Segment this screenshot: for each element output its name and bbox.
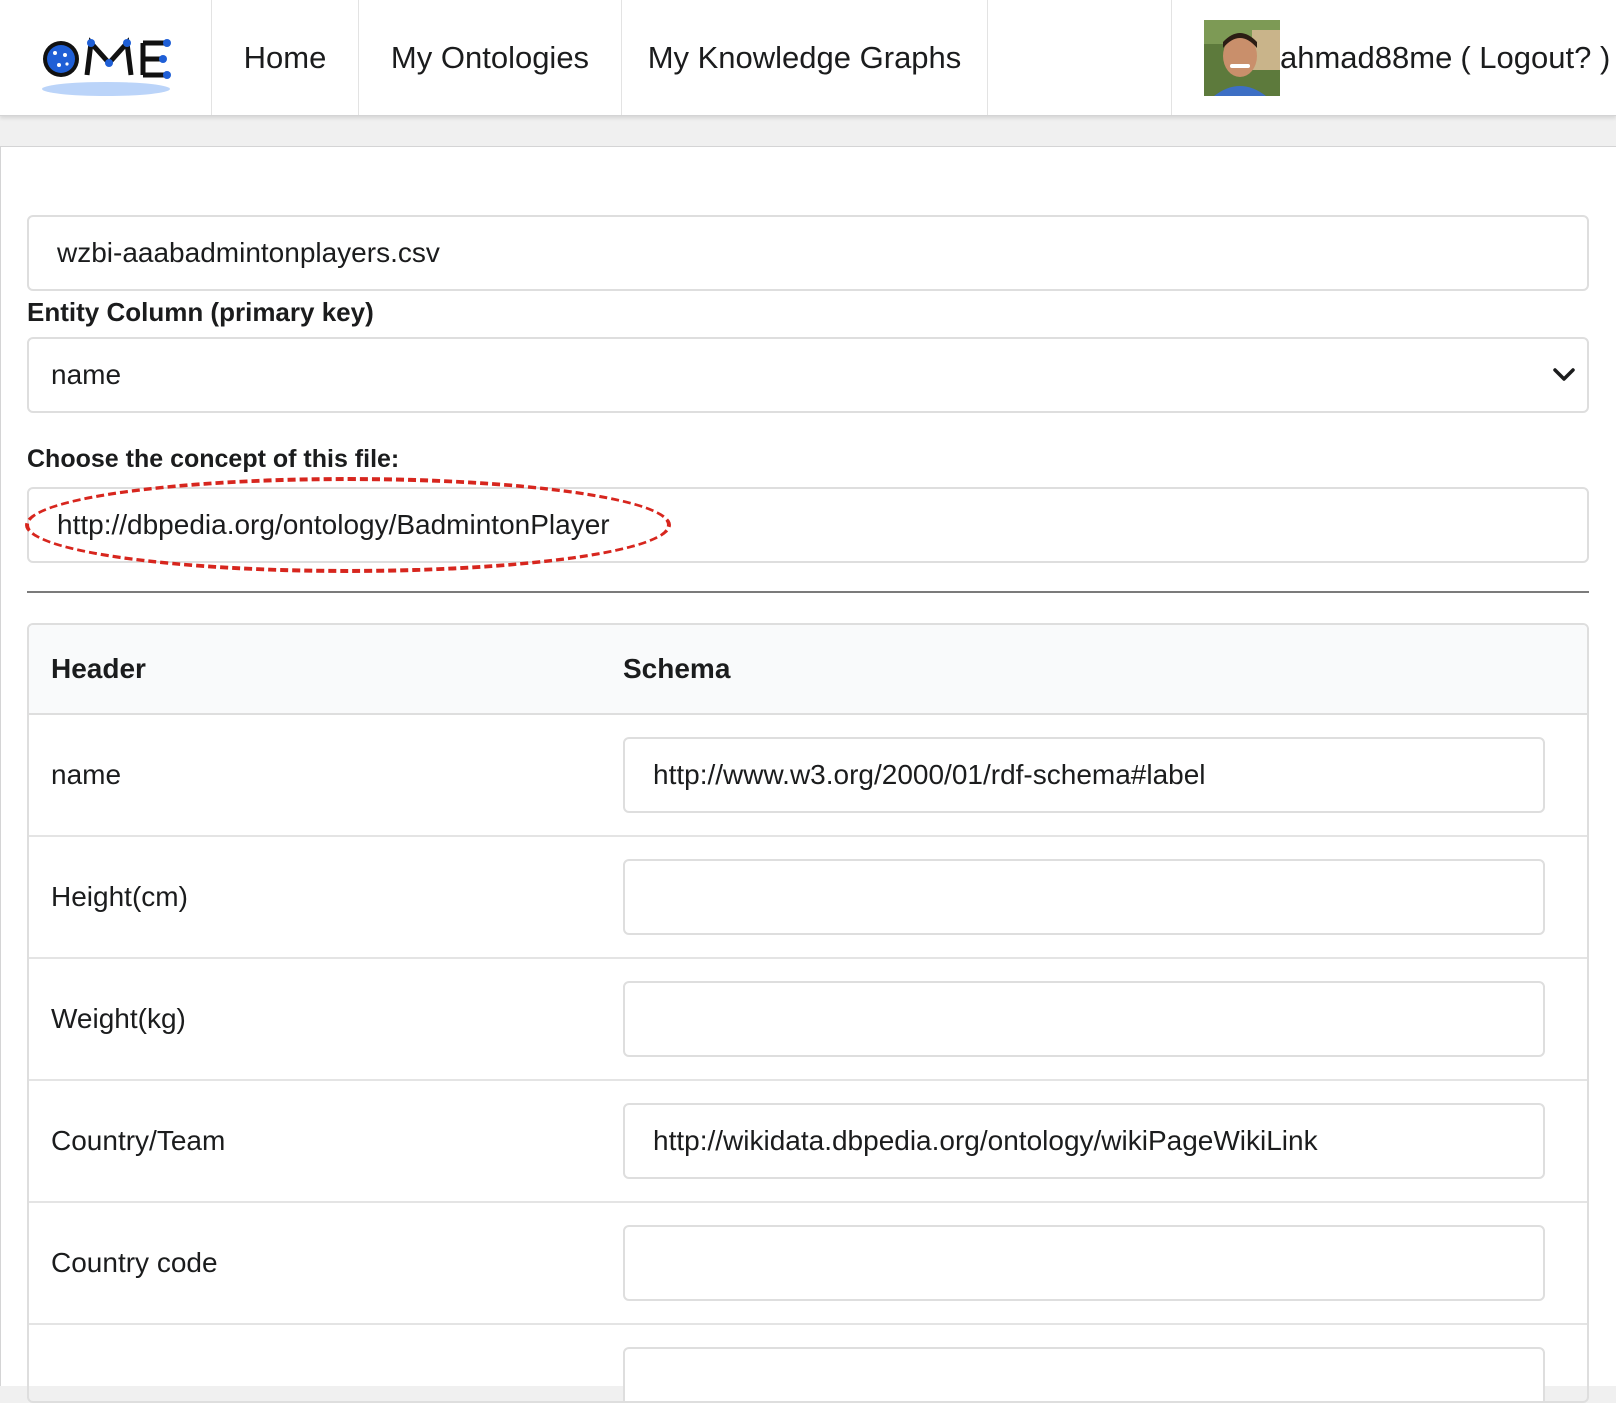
concept-input[interactable]: http://dbpedia.org/ontology/BadmintonPla… xyxy=(27,487,1589,563)
row-header-cell: Country code xyxy=(51,1247,218,1278)
row-header-cell: Country/Team xyxy=(51,1125,226,1156)
row-header-cell: name xyxy=(51,759,122,790)
schema-input[interactable] xyxy=(623,859,1545,935)
table-row: name http://www.w3.org/2000/01/rdf-schem… xyxy=(29,715,1587,837)
schema-value: http://www.w3.org/2000/01/rdf-schema#lab… xyxy=(653,759,1206,790)
schema-input[interactable] xyxy=(623,1347,1545,1401)
section-divider xyxy=(27,591,1589,593)
table-row: Height(cm) xyxy=(29,837,1587,959)
top-navbar: Home My Ontologies My Knowledge Graphs a… xyxy=(0,0,1616,116)
user-menu: ahmad88me ( Logout? ) xyxy=(1172,0,1616,115)
nav-home[interactable]: Home xyxy=(212,0,359,115)
table-header-row: Header Schema xyxy=(29,625,1587,715)
concept-value: http://dbpedia.org/ontology/BadmintonPla… xyxy=(57,509,610,540)
username: ahmad88me xyxy=(1280,39,1453,75)
concept-label: Choose the concept of this file: xyxy=(27,445,400,473)
nav-spacer xyxy=(988,0,1172,115)
nav-my-knowledge-graphs[interactable]: My Knowledge Graphs xyxy=(622,0,988,115)
table-row: Country code xyxy=(29,1203,1587,1325)
table-row: Country/Team http://wikidata.dbpedia.org… xyxy=(29,1081,1587,1203)
entity-column-select[interactable]: name xyxy=(27,337,1589,413)
schema-input[interactable] xyxy=(623,981,1545,1057)
column-header-schema: Schema xyxy=(623,653,731,684)
schema-mapping-table: Header Schema name http://www.w3.org/200… xyxy=(27,623,1589,1403)
entity-column-selected: name xyxy=(51,359,122,390)
entity-column-label: Entity Column (primary key) xyxy=(27,297,374,327)
row-header-cell: Weight(kg) xyxy=(51,1003,186,1034)
logout-link[interactable]: ( Logout? ) xyxy=(1460,40,1610,76)
schema-input[interactable]: http://wikidata.dbpedia.org/ontology/wik… xyxy=(623,1103,1545,1179)
schema-input[interactable]: http://www.w3.org/2000/01/rdf-schema#lab… xyxy=(623,737,1545,813)
nav-my-ontologies[interactable]: My Ontologies xyxy=(359,0,622,115)
logo-icon xyxy=(41,36,171,96)
ome-logo[interactable] xyxy=(0,0,212,115)
schema-input[interactable] xyxy=(623,1225,1545,1301)
table-row: Weight(kg) xyxy=(29,959,1587,1081)
table-row xyxy=(29,1325,1587,1401)
file-name-value: wzbi-aaabadmintonplayers.csv xyxy=(57,237,440,268)
chevron-down-icon xyxy=(1553,368,1575,381)
schema-value: http://wikidata.dbpedia.org/ontology/wik… xyxy=(653,1125,1318,1156)
row-header-cell: Height(cm) xyxy=(51,881,188,912)
column-header-header: Header xyxy=(51,653,146,684)
file-name-field[interactable]: wzbi-aaabadmintonplayers.csv xyxy=(27,215,1589,291)
main-panel: wzbi-aaabadmintonplayers.csv Entity Colu… xyxy=(0,146,1616,1403)
user-avatar xyxy=(1204,19,1280,96)
